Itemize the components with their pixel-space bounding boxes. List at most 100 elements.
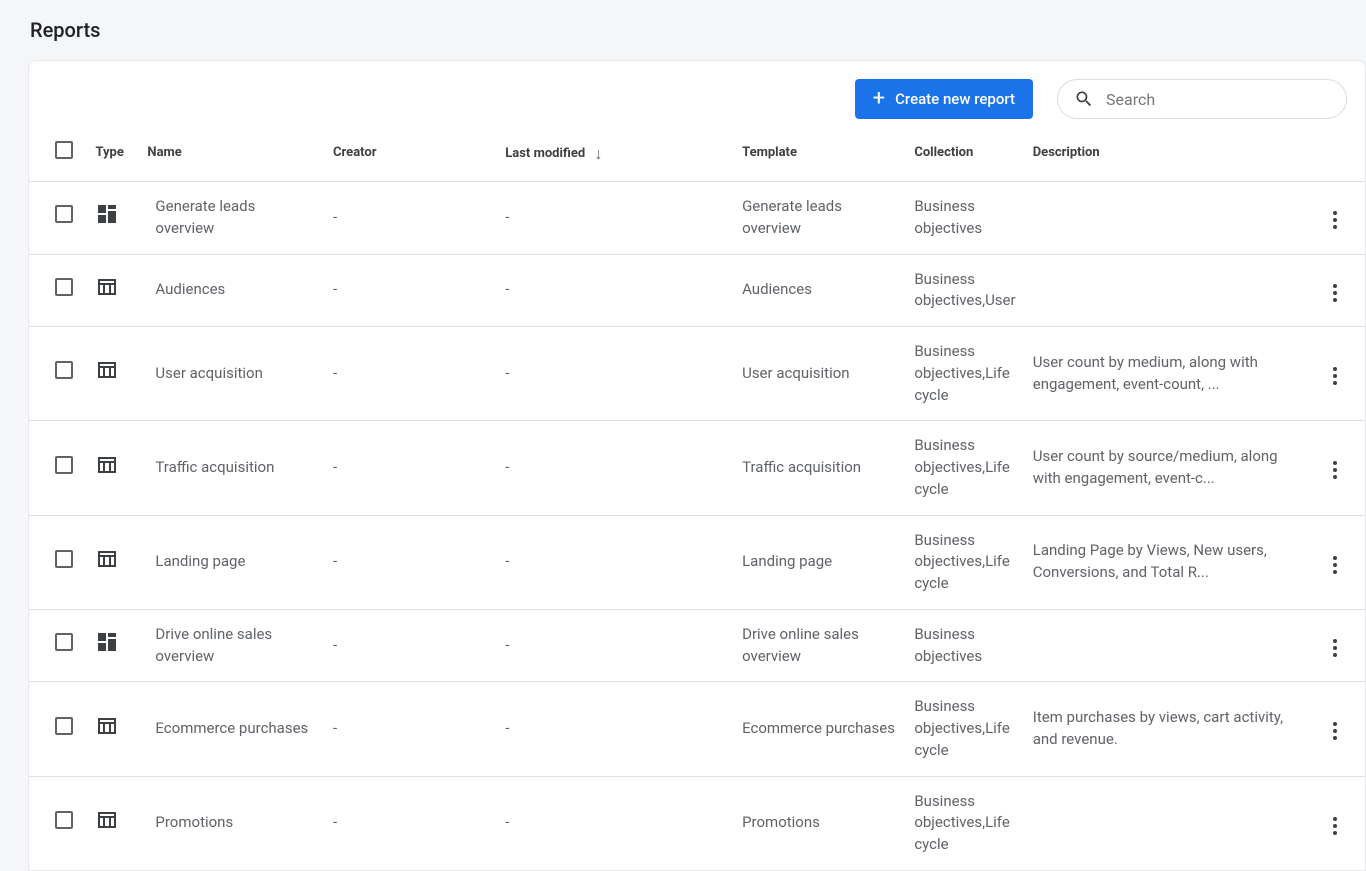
cell-last-modified: - bbox=[497, 421, 734, 515]
reports-card: + Create new report Type Name Creator La… bbox=[28, 60, 1366, 871]
create-new-report-button[interactable]: + Create new report bbox=[855, 79, 1033, 119]
cell-template: Landing page bbox=[734, 515, 906, 609]
cell-description: User count by source/medium, along with … bbox=[1025, 421, 1305, 515]
dashboard-icon bbox=[95, 202, 119, 226]
header-last-modified[interactable]: Last modified ↓ bbox=[497, 131, 734, 182]
cell-template: Promotions bbox=[734, 776, 906, 870]
cell-collection: Business objectives,Life cycle bbox=[906, 327, 1024, 421]
row-checkbox[interactable] bbox=[55, 205, 73, 223]
cell-name[interactable]: Audiences bbox=[147, 254, 325, 327]
header-last-modified-label: Last modified bbox=[505, 146, 585, 161]
cell-template: Ecommerce purchases bbox=[734, 682, 906, 776]
cell-collection: Business objectives,Life cycle bbox=[906, 776, 1024, 870]
dashboard-icon bbox=[95, 630, 119, 654]
page-title: Reports bbox=[0, 0, 1366, 60]
cell-name[interactable]: Landing page bbox=[147, 515, 325, 609]
row-actions-menu-icon[interactable] bbox=[1323, 633, 1347, 663]
row-checkbox[interactable] bbox=[55, 811, 73, 829]
sort-desc-icon: ↓ bbox=[594, 144, 602, 164]
table-row: User acquisition--User acquisitionBusine… bbox=[29, 327, 1365, 421]
plus-icon: + bbox=[873, 88, 885, 110]
cell-last-modified: - bbox=[497, 776, 734, 870]
cell-last-modified: - bbox=[497, 515, 734, 609]
cell-name[interactable]: Ecommerce purchases bbox=[147, 682, 325, 776]
search-icon bbox=[1074, 89, 1094, 109]
row-checkbox[interactable] bbox=[55, 361, 73, 379]
cell-description bbox=[1025, 609, 1305, 682]
row-actions-menu-icon[interactable] bbox=[1323, 205, 1347, 235]
cell-last-modified: - bbox=[497, 254, 734, 327]
cell-name[interactable]: User acquisition bbox=[147, 327, 325, 421]
cell-collection: Business objectives bbox=[906, 182, 1024, 255]
cell-last-modified: - bbox=[497, 609, 734, 682]
row-checkbox[interactable] bbox=[55, 456, 73, 474]
cell-template: Traffic acquisition bbox=[734, 421, 906, 515]
cell-collection: Business objectives,User bbox=[906, 254, 1024, 327]
cell-last-modified: - bbox=[497, 682, 734, 776]
table-icon bbox=[95, 453, 119, 477]
create-button-label: Create new report bbox=[895, 90, 1015, 108]
row-checkbox[interactable] bbox=[55, 633, 73, 651]
table-row: Audiences--AudiencesBusiness objectives,… bbox=[29, 254, 1365, 327]
toolbar: + Create new report bbox=[29, 61, 1365, 131]
cell-collection: Business objectives,Life cycle bbox=[906, 515, 1024, 609]
cell-name[interactable]: Promotions bbox=[147, 776, 325, 870]
cell-name[interactable]: Generate leads overview bbox=[147, 182, 325, 255]
cell-creator: - bbox=[325, 421, 497, 515]
header-description[interactable]: Description bbox=[1025, 131, 1305, 182]
cell-creator: - bbox=[325, 327, 497, 421]
cell-description bbox=[1025, 776, 1305, 870]
cell-template: User acquisition bbox=[734, 327, 906, 421]
row-actions-menu-icon[interactable] bbox=[1323, 361, 1347, 391]
cell-creator: - bbox=[325, 515, 497, 609]
row-actions-menu-icon[interactable] bbox=[1323, 278, 1347, 308]
cell-template: Audiences bbox=[734, 254, 906, 327]
header-template[interactable]: Template bbox=[734, 131, 906, 182]
header-creator[interactable]: Creator bbox=[325, 131, 497, 182]
row-checkbox[interactable] bbox=[55, 717, 73, 735]
header-name[interactable]: Name bbox=[147, 131, 325, 182]
table-row: Generate leads overview--Generate leads … bbox=[29, 182, 1365, 255]
cell-collection: Business objectives,Life cycle bbox=[906, 421, 1024, 515]
search-input[interactable] bbox=[1106, 90, 1330, 109]
table-row: Ecommerce purchases--Ecommerce purchases… bbox=[29, 682, 1365, 776]
header-collection[interactable]: Collection bbox=[906, 131, 1024, 182]
table-row: Traffic acquisition--Traffic acquisition… bbox=[29, 421, 1365, 515]
table-icon bbox=[95, 275, 119, 299]
row-checkbox[interactable] bbox=[55, 278, 73, 296]
table-icon bbox=[95, 714, 119, 738]
row-actions-menu-icon[interactable] bbox=[1323, 455, 1347, 485]
table-icon bbox=[95, 547, 119, 571]
select-all-checkbox[interactable] bbox=[55, 141, 73, 159]
cell-name[interactable]: Drive online sales overview bbox=[147, 609, 325, 682]
table-row: Landing page--Landing pageBusiness objec… bbox=[29, 515, 1365, 609]
cell-last-modified: - bbox=[497, 327, 734, 421]
cell-collection: Business objectives bbox=[906, 609, 1024, 682]
search-box[interactable] bbox=[1057, 79, 1347, 119]
cell-last-modified: - bbox=[497, 182, 734, 255]
cell-description bbox=[1025, 182, 1305, 255]
table-row: Drive online sales overview--Drive onlin… bbox=[29, 609, 1365, 682]
row-actions-menu-icon[interactable] bbox=[1323, 550, 1347, 580]
row-actions-menu-icon[interactable] bbox=[1323, 716, 1347, 746]
cell-creator: - bbox=[325, 182, 497, 255]
row-checkbox[interactable] bbox=[55, 550, 73, 568]
cell-description bbox=[1025, 254, 1305, 327]
reports-table: Type Name Creator Last modified ↓ Templa… bbox=[29, 131, 1365, 870]
cell-creator: - bbox=[325, 776, 497, 870]
cell-description: User count by medium, along with engagem… bbox=[1025, 327, 1305, 421]
cell-creator: - bbox=[325, 609, 497, 682]
header-type[interactable]: Type bbox=[91, 131, 147, 182]
cell-name[interactable]: Traffic acquisition bbox=[147, 421, 325, 515]
table-row: Promotions--PromotionsBusiness objective… bbox=[29, 776, 1365, 870]
table-header-row: Type Name Creator Last modified ↓ Templa… bbox=[29, 131, 1365, 182]
cell-template: Generate leads overview bbox=[734, 182, 906, 255]
cell-description: Landing Page by Views, New users, Conver… bbox=[1025, 515, 1305, 609]
table-icon bbox=[95, 808, 119, 832]
row-actions-menu-icon[interactable] bbox=[1323, 811, 1347, 841]
cell-creator: - bbox=[325, 254, 497, 327]
cell-creator: - bbox=[325, 682, 497, 776]
cell-description: Item purchases by views, cart activity, … bbox=[1025, 682, 1305, 776]
cell-template: Drive online sales overview bbox=[734, 609, 906, 682]
cell-collection: Business objectives,Life cycle bbox=[906, 682, 1024, 776]
